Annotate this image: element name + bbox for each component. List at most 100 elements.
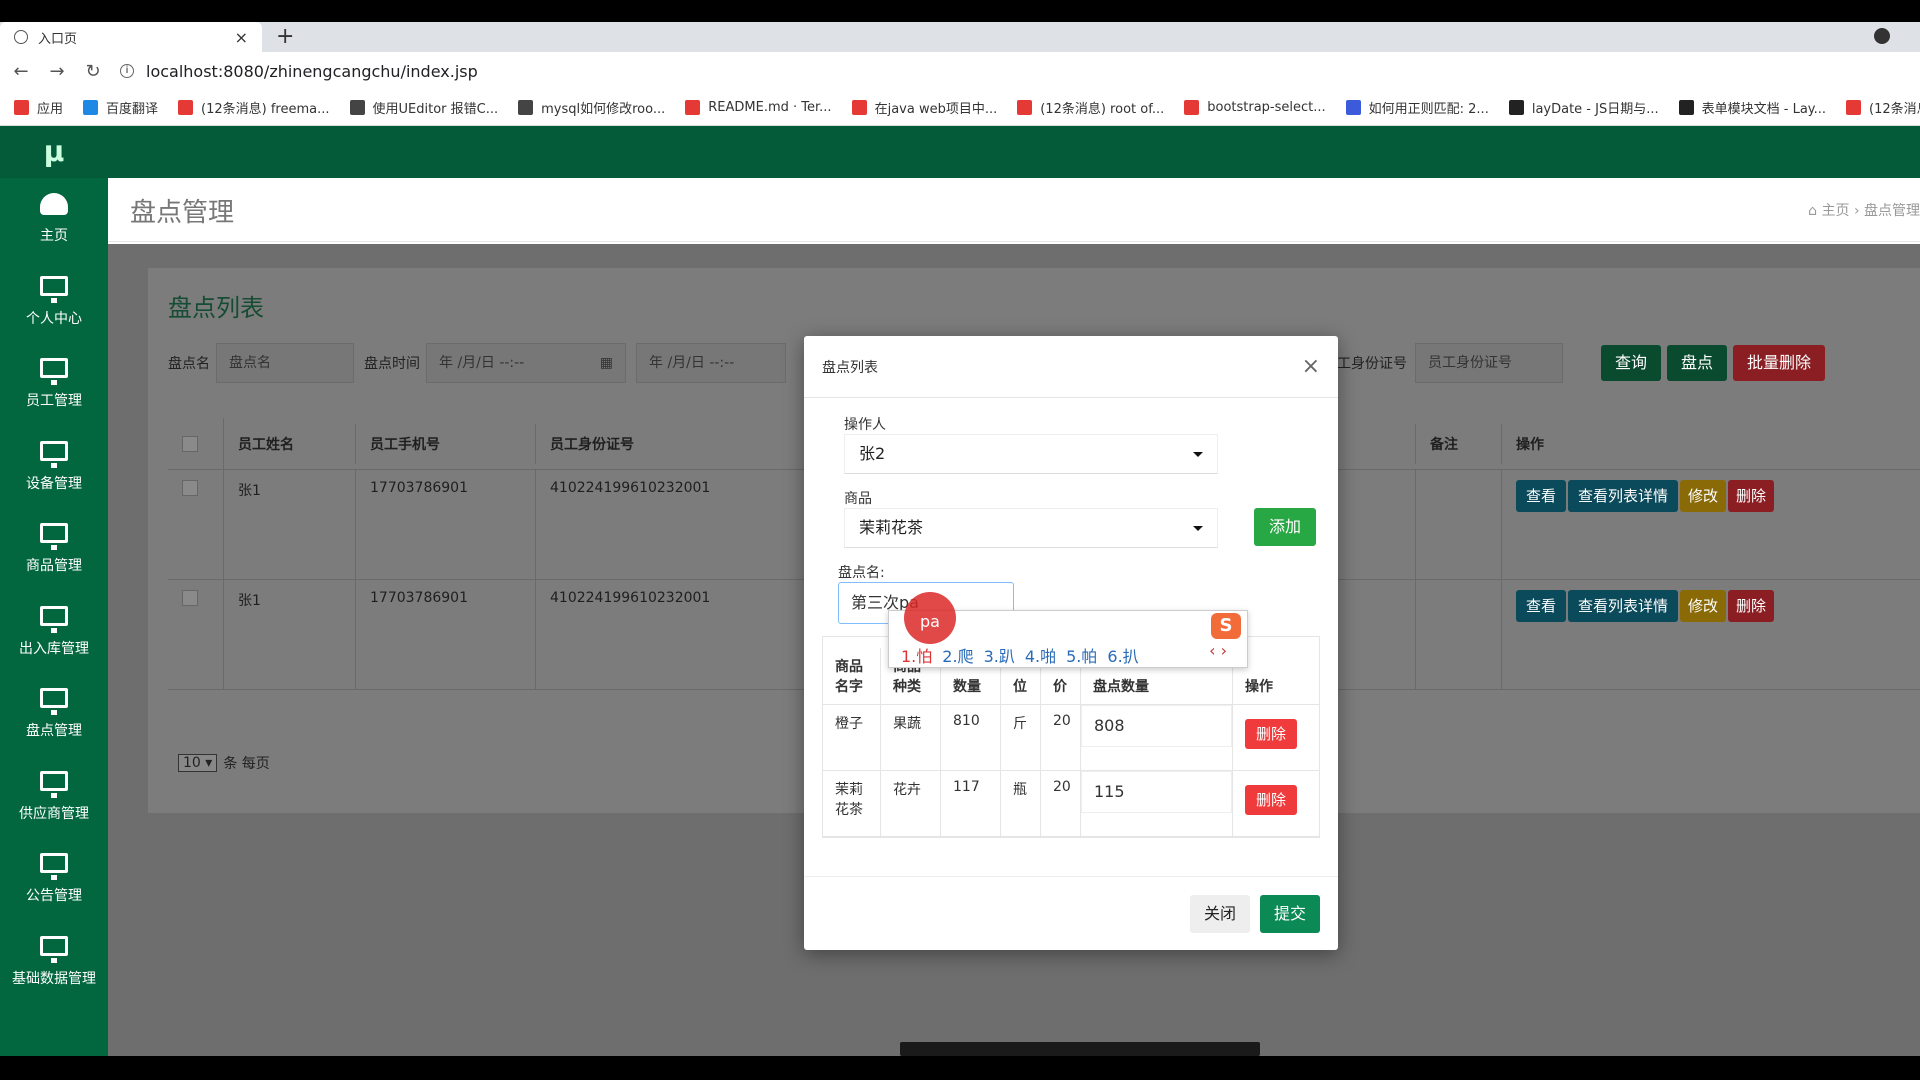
sidebar-item[interactable]: 公告管理 xyxy=(0,838,108,921)
cursor-indicator: pa xyxy=(904,592,956,644)
edit-button[interactable]: 修改 xyxy=(1680,590,1727,622)
info-icon[interactable]: i xyxy=(120,64,134,78)
bookmark-item[interactable]: 表单模块文档 - Lay... xyxy=(1678,98,1826,117)
bookmark-item[interactable]: (12条消息) 关于la xyxy=(1846,98,1920,117)
ime-page-arrows[interactable]: ‹ › xyxy=(1209,641,1227,660)
check-qty-input[interactable]: 115 xyxy=(1081,771,1232,813)
bookmark-label: 如何用正则匹配: 2... xyxy=(1368,102,1489,117)
col-goods-name: 商品名字 xyxy=(823,648,881,704)
view-button[interactable]: 查看 xyxy=(1516,480,1567,512)
page-title: 盘点管理 xyxy=(130,198,235,228)
bookmark-item[interactable]: 如何用正则匹配: 2... xyxy=(1345,98,1489,117)
id-filter-input[interactable]: 员工身份证号 xyxy=(1415,343,1563,383)
view-button[interactable]: 查看 xyxy=(1516,590,1567,622)
monitor-icon xyxy=(40,523,68,551)
sogou-icon: S xyxy=(1211,613,1241,639)
close-button[interactable]: 关闭 xyxy=(1189,895,1250,933)
close-icon[interactable]: × xyxy=(1302,354,1320,379)
bookmark-item[interactable]: 使用UEditor 报错C... xyxy=(349,98,498,117)
ime-candidate[interactable]: 1.怕 xyxy=(901,647,932,666)
query-button[interactable]: 查询 xyxy=(1601,345,1662,381)
browser-tab[interactable]: 入口页 × xyxy=(0,22,262,52)
bookmark-item[interactable]: 应用 xyxy=(14,98,63,117)
start-date-input[interactable]: 年 /月/日 --:-- ▦ xyxy=(426,343,626,383)
bookmark-item[interactable]: mysql如何修改roo... xyxy=(518,98,665,117)
col-name: 员工姓名 xyxy=(224,423,356,464)
bookmark-label: (12条消息) 关于la xyxy=(1869,102,1920,117)
ime-candidate[interactable]: 3.趴 xyxy=(984,647,1015,666)
reload-icon[interactable]: ↻ xyxy=(78,61,108,82)
bookmark-item[interactable]: (12条消息) freema... xyxy=(178,98,330,117)
submit-button[interactable]: 提交 xyxy=(1259,895,1320,933)
add-goods-button[interactable]: 添加 xyxy=(1254,508,1316,546)
batch-delete-button[interactable]: 批量删除 xyxy=(1733,345,1826,381)
delete-button[interactable]: 删除 xyxy=(1728,590,1775,622)
breadcrumb-home[interactable]: 主页 xyxy=(1821,203,1849,219)
ime-candidate[interactable]: 2.爬 xyxy=(942,647,973,666)
sidebar-item[interactable]: 基础数据管理 xyxy=(0,921,108,1004)
goods-kind: 果蔬 xyxy=(881,705,941,770)
bookmark-label: README.md · Ter... xyxy=(708,100,832,115)
top-navbar xyxy=(108,126,1920,178)
bookmark-item[interactable]: (12条消息) root of... xyxy=(1017,98,1164,117)
sidebar-item[interactable]: 设备管理 xyxy=(0,426,108,509)
delete-goods-button[interactable]: 删除 xyxy=(1245,785,1297,815)
breadcrumb: ⌂ 主页 › 盘点管理 xyxy=(1808,200,1920,220)
ime-candidate[interactable]: 4.啪 xyxy=(1025,647,1056,666)
tab-search-icon[interactable] xyxy=(1874,28,1890,44)
end-date-input[interactable]: 年 /月/日 --:-- xyxy=(636,343,786,383)
url-field[interactable]: i localhost:8080/zhinengcangchu/index.js… xyxy=(120,56,1920,86)
sidebar-item[interactable]: 个人中心 xyxy=(0,261,108,344)
view-detail-button[interactable]: 查看列表详情 xyxy=(1568,480,1679,512)
sidebar-item[interactable]: 员工管理 xyxy=(0,343,108,426)
ime-candidate[interactable]: 5.帕 xyxy=(1066,647,1097,666)
monitor-icon xyxy=(40,275,68,303)
bookmark-item[interactable]: bootstrap-select... xyxy=(1184,100,1326,115)
operator-select[interactable]: 张2 xyxy=(844,434,1218,474)
cell-actions: 查看 查看列表详情 修改 删除 xyxy=(1502,580,1920,689)
close-icon[interactable]: × xyxy=(235,28,248,47)
goods-label: 商品 xyxy=(844,491,872,507)
sidebar-item[interactable]: 商品管理 xyxy=(0,508,108,591)
bookmark-item[interactable]: 百度翻译 xyxy=(83,98,158,117)
sidebar-item-label: 基础数据管理 xyxy=(12,970,96,987)
sidebar-item[interactable]: 供应商管理 xyxy=(0,756,108,839)
name-filter-input[interactable]: 盘点名 xyxy=(216,343,354,383)
bookmark-favicon-icon xyxy=(1345,100,1361,115)
ime-composition: pa xyxy=(920,612,940,631)
bookmark-item[interactable]: layDate - JS日期与... xyxy=(1508,98,1659,117)
sidebar-item[interactable]: 出入库管理 xyxy=(0,591,108,674)
edit-button[interactable]: 修改 xyxy=(1680,480,1727,512)
goods-select[interactable]: 茉莉花茶 xyxy=(844,508,1218,548)
sidebar-item[interactable]: 盘点管理 xyxy=(0,673,108,756)
back-icon[interactable]: ← xyxy=(6,61,36,82)
page-header: 盘点管理 ⌂ 主页 › 盘点管理 xyxy=(108,178,1920,242)
select-all-checkbox[interactable] xyxy=(182,435,198,452)
goods-name: 橙子 xyxy=(823,705,881,770)
row-checkbox[interactable] xyxy=(182,590,198,606)
bookmark-item[interactable]: README.md · Ter... xyxy=(685,100,832,115)
view-detail-button[interactable]: 查看列表详情 xyxy=(1568,590,1679,622)
globe-icon xyxy=(14,30,28,44)
calendar-icon[interactable]: ▦ xyxy=(600,344,613,382)
bookmarks-bar: 应用 百度翻译 (12条消息) freema... 使用UEditor 报错C... m… xyxy=(0,90,1920,126)
bookmark-label: 应用 xyxy=(37,102,64,117)
check-modal: 盘点列表 × 操作人 张2 商品 茉莉花茶 添加 盘点名: 第三次pa 商品名字… xyxy=(804,336,1338,950)
ime-next-icon[interactable]: › xyxy=(1221,641,1227,660)
sidebar-item[interactable]: 主页 xyxy=(0,178,108,261)
page-size-select[interactable]: 10 ▾ xyxy=(178,754,218,772)
check-button[interactable]: 盘点 xyxy=(1667,345,1728,381)
list-title: 盘点列表 xyxy=(168,294,264,322)
ime-candidate[interactable]: 6.扒 xyxy=(1107,647,1138,666)
forward-icon[interactable]: → xyxy=(42,61,72,82)
bookmark-label: (12条消息) freema... xyxy=(201,102,330,117)
delete-button[interactable]: 删除 xyxy=(1728,480,1775,512)
ime-prev-icon[interactable]: ‹ xyxy=(1209,641,1215,660)
sidebar-item-label: 个人中心 xyxy=(26,310,82,327)
pagination: 10 ▾ 条 每页 xyxy=(178,753,270,773)
delete-goods-button[interactable]: 删除 xyxy=(1245,719,1297,749)
new-tab-icon[interactable]: + xyxy=(276,24,294,49)
row-checkbox[interactable] xyxy=(182,480,198,496)
check-qty-input[interactable]: 808 xyxy=(1081,705,1232,747)
bookmark-item[interactable]: 在java web项目中... xyxy=(851,98,997,117)
